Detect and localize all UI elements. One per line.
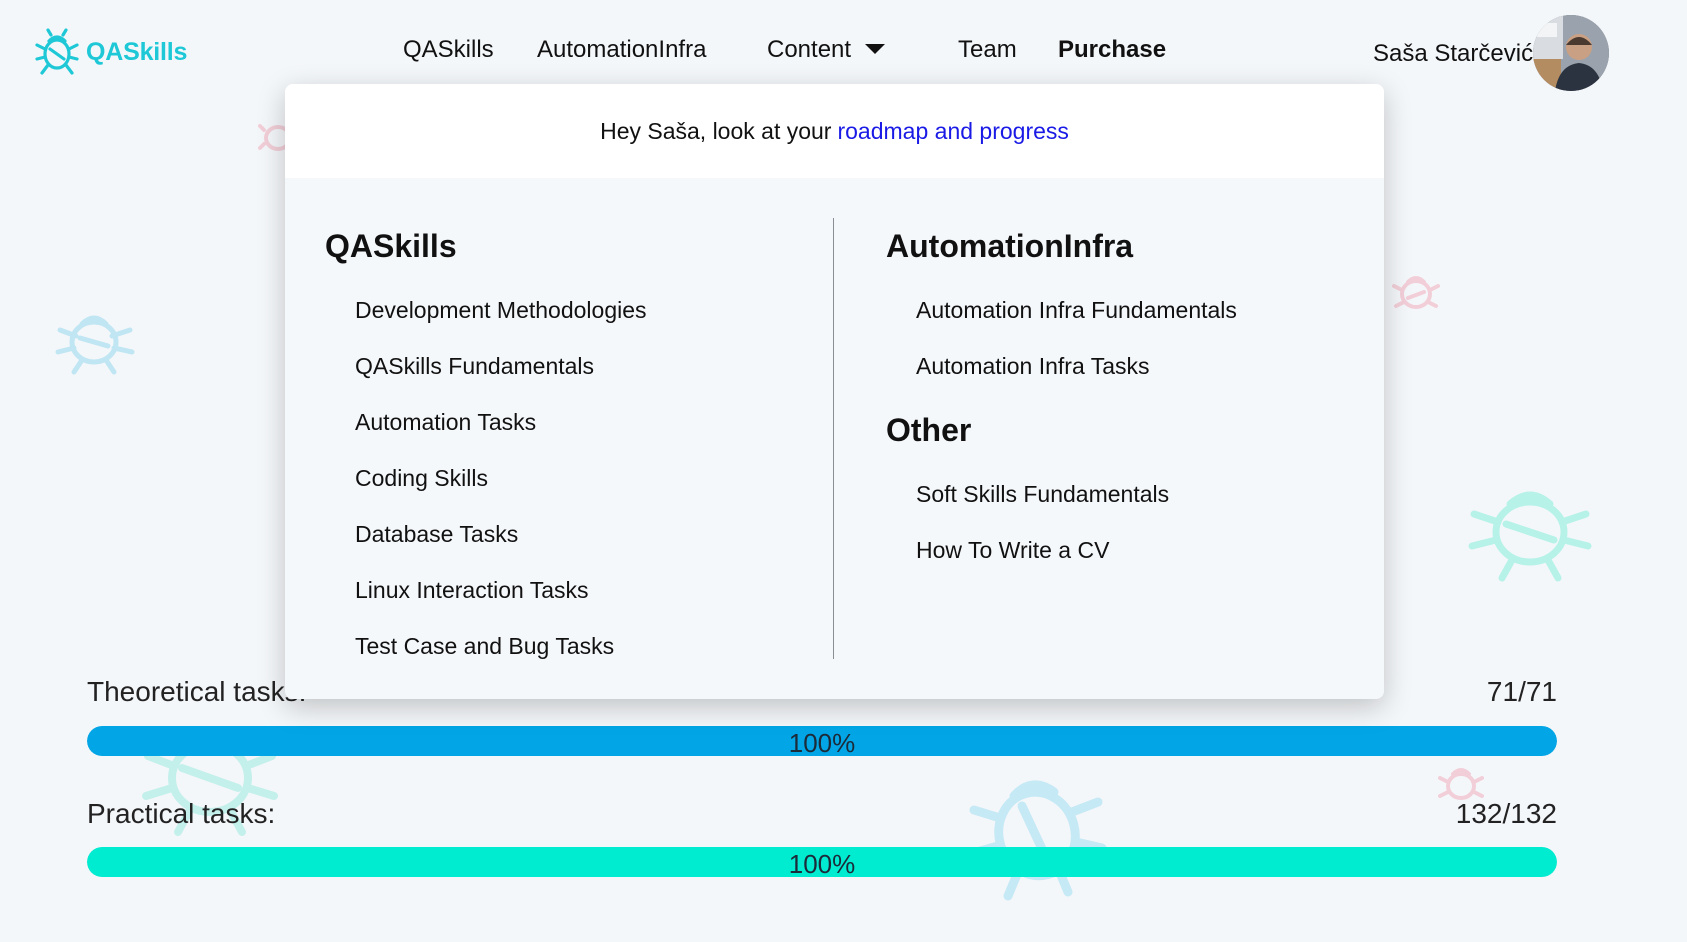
nav-content[interactable]: Content xyxy=(767,36,886,64)
other-section-title: Other xyxy=(886,412,972,448)
menu-item-automation-infra-fundamentals[interactable]: Automation Infra Fundamentals xyxy=(916,282,1237,338)
content-dropdown-menu: Hey Saša, look at your roadmap and progr… xyxy=(285,84,1384,699)
nav-purchase[interactable]: Purchase xyxy=(1058,36,1166,64)
practical-progress-percent: 100% xyxy=(788,849,856,877)
qaskills-section-title: QASkills xyxy=(325,228,457,264)
avatar[interactable] xyxy=(1533,15,1609,91)
automationinfra-column: AutomationInfra Automation Infra Fundame… xyxy=(886,224,1237,578)
nav-automationinfra[interactable]: AutomationInfra xyxy=(537,36,706,64)
greeting-text: Hey Saša, look at your xyxy=(600,117,832,144)
nav-team[interactable]: Team xyxy=(958,36,1017,64)
menu-item-test-case-bug-tasks[interactable]: Test Case and Bug Tasks xyxy=(355,618,647,674)
menu-item-coding-skills[interactable]: Coding Skills xyxy=(355,450,647,506)
menu-item-soft-skills-fundamentals[interactable]: Soft Skills Fundamentals xyxy=(916,466,1237,522)
menu-item-automation-tasks[interactable]: Automation Tasks xyxy=(355,394,647,450)
bug-decoration-icon xyxy=(55,315,135,375)
menu-item-qaskills-fundamentals[interactable]: QASkills Fundamentals xyxy=(355,338,647,394)
avatar-photo-icon xyxy=(1533,15,1609,91)
caret-down-icon xyxy=(865,43,886,54)
nav-content-label: Content xyxy=(767,36,852,63)
menu-item-automation-infra-tasks[interactable]: Automation Infra Tasks xyxy=(916,338,1237,394)
theoretical-tasks-label: Theoretical tasks: xyxy=(87,676,307,707)
dropdown-greeting: Hey Saša, look at your roadmap and progr… xyxy=(285,84,1384,178)
bug-decoration-icon xyxy=(1468,491,1592,582)
bug-logo-icon xyxy=(35,28,79,75)
logo-text: QASkills xyxy=(86,37,188,66)
menu-item-how-to-write-cv[interactable]: How To Write a CV xyxy=(916,522,1237,578)
bug-decoration-icon xyxy=(965,780,1107,901)
theoretical-progress-bar: 100% xyxy=(87,726,1557,756)
logo-link[interactable]: QASkills xyxy=(34,27,187,77)
practical-progress-bar: 100% xyxy=(87,847,1557,877)
column-divider xyxy=(833,218,834,659)
roadmap-progress-link[interactable]: roadmap and progress xyxy=(837,118,1068,145)
bug-decoration-icon xyxy=(1392,276,1440,309)
menu-item-development-methodologies[interactable]: Development Methodologies xyxy=(355,282,647,338)
qaskills-column: QASkills Development Methodologies QASki… xyxy=(325,224,647,674)
automationinfra-section-title: AutomationInfra xyxy=(886,228,1134,264)
user-name[interactable]: Saša Starčević xyxy=(1373,40,1533,68)
practical-tasks-count: 132/132 xyxy=(1455,798,1557,829)
practical-tasks-label: Practical tasks: xyxy=(87,798,276,829)
nav-qaskills[interactable]: QASkills xyxy=(403,36,494,64)
menu-item-database-tasks[interactable]: Database Tasks xyxy=(355,506,647,562)
theoretical-progress-percent: 100% xyxy=(788,728,856,756)
menu-item-linux-interaction-tasks[interactable]: Linux Interaction Tasks xyxy=(355,562,647,618)
theoretical-tasks-count: 71/71 xyxy=(1486,676,1557,707)
